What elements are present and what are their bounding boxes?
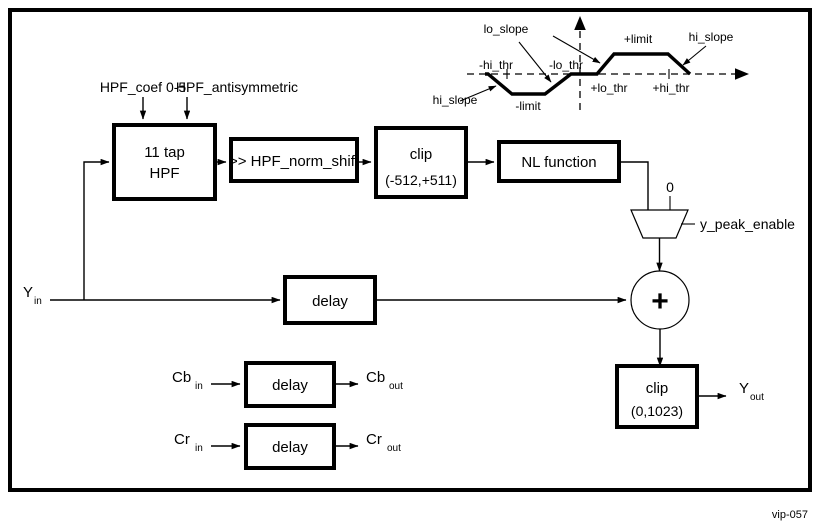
block-11-tap-hpf-label-line1: 11 tap: [144, 144, 185, 161]
figure-root: lo_slope hi_slope hi_slope -hi_thr -lo_t…: [0, 0, 820, 530]
curve-label-lo-slope: lo_slope: [484, 22, 529, 36]
port-cb-in-sub: in: [195, 381, 203, 392]
curve-label-neg-lo-thr: -lo_thr: [549, 58, 583, 72]
curve-x-axis-arrow: [735, 68, 749, 80]
block-clip-hpf[interactable]: clip (-512,+511): [374, 126, 468, 199]
block-clip-out[interactable]: clip (0,1023): [615, 364, 699, 429]
port-cb-out: Cb out: [366, 369, 403, 392]
port-y-out: Y out: [739, 380, 764, 403]
leader-lo-slope-left: [518, 41, 552, 83]
nl-transfer-curve-inset: lo_slope hi_slope hi_slope -hi_thr -lo_t…: [433, 16, 749, 113]
adder-plus-symbol: +: [651, 285, 669, 318]
hpf-control-inputs: HPF_coef 0-5 HPF_antisymmetric: [100, 79, 298, 120]
wire-nl-to-mux: [619, 161, 649, 210]
port-cr-in: Cr in: [174, 431, 203, 454]
block-delay-y[interactable]: delay: [283, 275, 377, 325]
block-delay-cb[interactable]: delay: [244, 361, 336, 408]
port-y-out-base: Y: [739, 380, 749, 397]
port-cr-out-sub: out: [387, 443, 401, 454]
curve-label-pos-hi-thr: +hi_thr: [652, 81, 689, 95]
port-cb-in-base: Cb: [172, 369, 191, 386]
curve-label-pos-limit: +limit: [624, 32, 653, 46]
block-11-tap-hpf-label-line2: HPF: [150, 165, 180, 182]
curve-label-hi-slope-right: hi_slope: [689, 30, 734, 44]
curve-label-neg-hi-thr: -hi_thr: [479, 58, 513, 72]
adder[interactable]: +: [630, 270, 690, 330]
block-11-tap-hpf[interactable]: 11 tap HPF: [112, 123, 217, 201]
port-cb-out-base: Cb: [366, 369, 385, 386]
curve-label-pos-lo-thr: +lo_thr: [590, 81, 627, 95]
port-y-in-base: Y: [23, 284, 33, 301]
block-11-tap-hpf-body[interactable]: [112, 123, 217, 201]
label-hpf-antisymmetric: HPF_antisymmetric: [176, 79, 298, 95]
block-delay-cr[interactable]: delay: [244, 423, 336, 470]
block-clip-hpf-label: clip: [410, 146, 433, 163]
curve-y-axis-arrow: [574, 16, 586, 30]
block-hpf-norm-shift-label: >> HPF_norm_shift: [229, 153, 360, 170]
block-delay-cr-label: delay: [272, 439, 308, 456]
block-delay-cb-label: delay: [272, 377, 308, 394]
block-clip-out-label: clip: [646, 380, 669, 397]
curve-label-hi-slope-left: hi_slope: [433, 93, 478, 107]
port-cr-in-base: Cr: [174, 431, 190, 448]
mux-y-peak-enable[interactable]: 0 y_peak_enable: [630, 179, 795, 239]
port-y-out-sub: out: [750, 392, 764, 403]
port-y-in: Y in: [23, 284, 42, 307]
wire-yin-to-hpf: [83, 158, 110, 300]
figure-caption: vip-057: [772, 509, 808, 521]
label-hpf-coef: HPF_coef 0-5: [100, 79, 187, 95]
block-nl-function[interactable]: NL function: [497, 140, 621, 183]
mux-body[interactable]: [630, 209, 689, 239]
port-cr-out: Cr out: [366, 431, 401, 454]
block-diagram-canvas: lo_slope hi_slope hi_slope -hi_thr -lo_t…: [8, 8, 812, 521]
label-mux-zero: 0: [666, 179, 674, 195]
block-hpf-norm-shift[interactable]: >> HPF_norm_shift: [229, 137, 360, 183]
curve-label-neg-limit: -limit: [515, 99, 541, 113]
block-nl-function-label: NL function: [521, 154, 596, 171]
block-clip-hpf-range: (-512,+511): [385, 172, 457, 188]
block-delay-y-label: delay: [312, 293, 348, 310]
block-clip-out-range: (0,1023): [631, 403, 683, 419]
port-cr-in-sub: in: [195, 443, 203, 454]
port-cb-out-sub: out: [389, 381, 403, 392]
port-cr-out-base: Cr: [366, 431, 382, 448]
label-y-peak-enable: y_peak_enable: [700, 216, 795, 232]
port-cb-in: Cb in: [172, 369, 203, 392]
port-y-in-sub: in: [34, 296, 42, 307]
leader-hi-slope-right: [682, 45, 707, 66]
